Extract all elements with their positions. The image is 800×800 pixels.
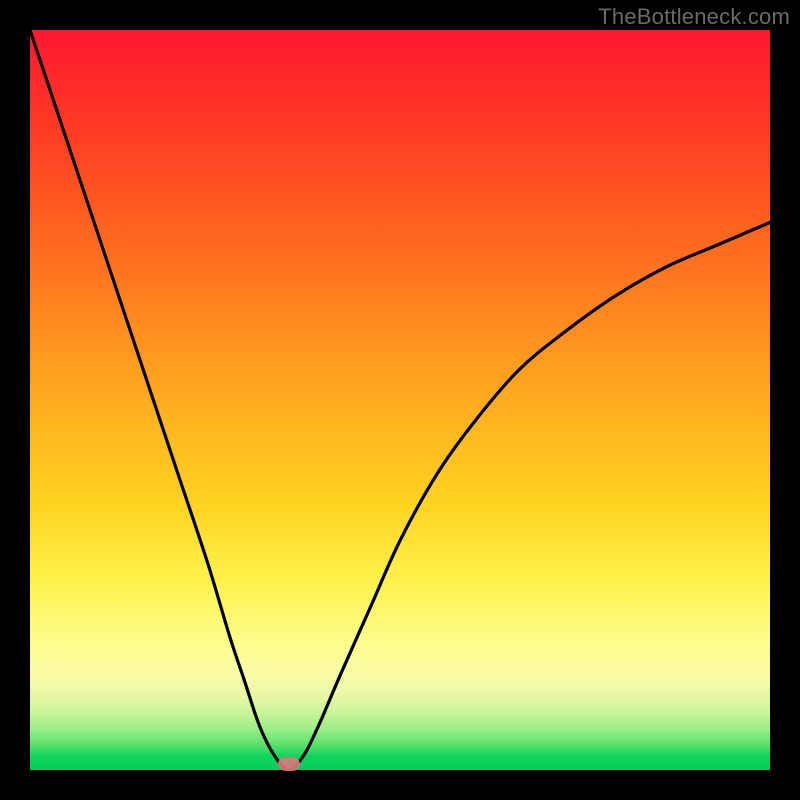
plot-area: [30, 30, 770, 770]
outer-frame: TheBottleneck.com: [0, 0, 800, 800]
bottleneck-curve: [30, 30, 770, 770]
valley-marker: [278, 757, 300, 771]
curve-svg: [30, 30, 770, 770]
watermark-text: TheBottleneck.com: [598, 4, 790, 30]
